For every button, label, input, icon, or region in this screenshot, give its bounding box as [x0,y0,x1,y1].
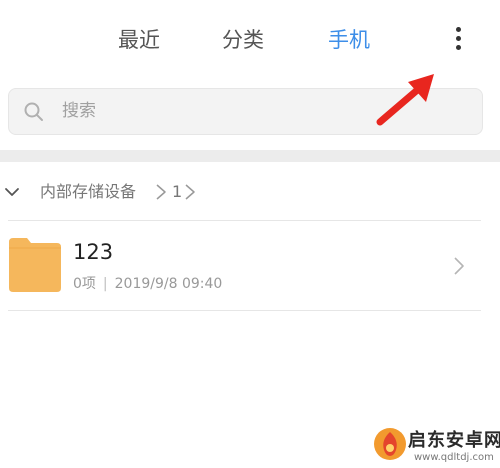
search-placeholder: 搜索 [62,101,96,121]
watermark: 启东安卓网 www.qdltdj.com [368,410,500,468]
section-separator [0,150,500,162]
file-item-count: 0项 [73,276,96,292]
tab-phone[interactable]: 手机 [328,24,370,56]
file-modified-date: 2019/9/8 09:40 [114,276,223,292]
chevron-right-icon [454,257,464,275]
chevron-down-icon[interactable] [4,184,20,200]
list-item[interactable]: 123 0项 | 2019/9/8 09:40 [0,222,500,308]
file-meta: 0项 | 2019/9/8 09:40 [73,274,222,294]
watermark-logo-icon [374,428,406,460]
tab-recent[interactable]: 最近 [118,24,160,56]
list-divider [8,310,481,311]
watermark-url: www.qdltdj.com [414,452,494,463]
breadcrumb-chevron-icon [185,184,195,200]
file-name: 123 [73,240,114,264]
list-divider [8,220,481,221]
breadcrumb-current[interactable]: 1 [172,180,182,204]
more-options-button[interactable] [446,24,470,56]
file-manager-screen: 最近 分类 手机 搜索 内部存储设备 1 123 0项 | 2019/9/8 0… [0,0,500,468]
folder-icon [9,238,61,292]
watermark-title: 启东安卓网 [408,430,500,451]
tab-category[interactable]: 分类 [222,24,264,56]
breadcrumb: 内部存储设备 1 [0,176,500,208]
more-vertical-icon [456,27,461,32]
search-icon [24,102,43,121]
meta-separator: | [102,276,108,292]
breadcrumb-root[interactable]: 内部存储设备 [40,180,136,204]
red-arrow-annotation-icon [376,74,434,126]
breadcrumb-chevron-icon [156,184,166,200]
